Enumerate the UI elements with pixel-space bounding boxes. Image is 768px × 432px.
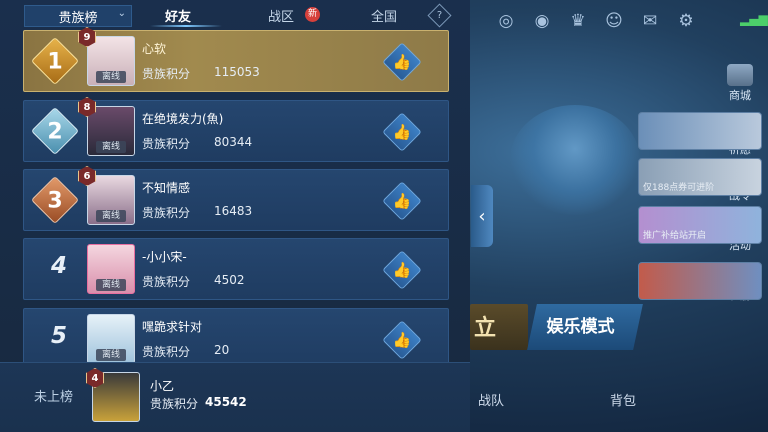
self-rank-bar: 未上榜 4 小乙 贵族积分 45542	[0, 362, 470, 432]
self-score-value: 45542	[205, 395, 247, 409]
leaderboard-row[interactable]: 2 离线 8 在绝境发力(魚) 贵族积分 80344 👍	[23, 97, 449, 162]
thumbs-up-icon: 👍	[392, 123, 412, 141]
tab-national[interactable]: 全国	[371, 6, 397, 25]
avatar[interactable]: 离线	[87, 244, 135, 294]
mail-icon[interactable]: ✉	[639, 10, 661, 32]
collapse-panel-button[interactable]: ‹	[471, 185, 493, 247]
promo-card-1[interactable]	[638, 112, 762, 150]
score-label: 贵族积分	[142, 206, 191, 220]
player-name: 嘿跪求针对	[142, 320, 203, 334]
promo-card-2[interactable]: 仅188点券可进阶	[638, 158, 762, 196]
avatar[interactable]: 离线	[87, 106, 135, 156]
score-label: 贵族积分	[150, 397, 199, 411]
score-value: 4502	[214, 273, 245, 287]
gear-icon[interactable]: ⚙	[675, 10, 697, 32]
avatar[interactable]: 离线	[87, 314, 135, 364]
status-badge: 离线	[96, 141, 126, 153]
rank-gold-badge: 1	[30, 36, 80, 86]
thumbs-up-icon: 👍	[392, 192, 412, 210]
tab-region[interactable]: 战区	[268, 6, 294, 25]
player-name: 不知情感	[142, 181, 191, 195]
dropdown-label: 贵族榜	[58, 10, 98, 26]
score-value: 115053	[214, 65, 260, 79]
leaderboard-tabs: 贵族榜 ⌄ 好友 战区 新 全国 ?	[0, 0, 470, 30]
thumbs-up-icon: 👍	[392, 261, 412, 279]
wifi-icon: ▂▄▆	[740, 12, 768, 26]
rank-number: 4	[50, 253, 67, 279]
help-icon: ?	[436, 10, 443, 21]
promo-card-3[interactable]: 推广补给站开启	[638, 206, 762, 244]
self-rank-status: 未上榜	[34, 390, 74, 405]
shop-icon	[727, 64, 753, 86]
target-icon[interactable]: ◎	[495, 10, 517, 32]
leaderboard-type-dropdown[interactable]: 贵族榜 ⌄	[24, 5, 132, 27]
self-name: 小乙	[150, 379, 175, 393]
trophy-icon[interactable]: ♛	[567, 10, 589, 32]
leaderboard-row[interactable]: 5 离线 嘿跪求针对 贵族积分 20 👍	[23, 308, 449, 370]
shop-button[interactable]: 商城	[718, 64, 762, 103]
promo-card-4[interactable]	[638, 262, 762, 300]
casual-mode-tile[interactable]: 娱乐模式	[527, 304, 643, 350]
player-name: -小小宋-	[142, 250, 187, 264]
active-tab-indicator	[150, 25, 222, 27]
chevron-left-icon: ‹	[478, 205, 486, 227]
rank-bronze-badge: 3	[30, 175, 80, 225]
score-value: 16483	[214, 204, 253, 218]
like-button[interactable]: 👍	[382, 250, 422, 290]
status-badge: 离线	[96, 210, 126, 222]
tab-friends[interactable]: 好友	[165, 6, 191, 25]
status-badge: 离线	[96, 71, 126, 83]
thumbs-up-icon: 👍	[392, 53, 412, 71]
leaderboard-row[interactable]: 4 离线 -小小宋- 贵族积分 4502 👍	[23, 238, 449, 300]
leaderboard-row[interactable]: 3 离线 6 不知情感 贵族积分 16483 👍	[23, 166, 449, 231]
ranked-mode-tile[interactable]: 立	[470, 304, 528, 350]
new-badge: 新	[305, 7, 320, 22]
top-icon-bar: ◎ ◉ ♛ ☺ ✉ ⚙	[495, 10, 697, 32]
rank-number: 5	[50, 323, 67, 349]
like-button[interactable]: 👍	[382, 42, 422, 82]
like-button[interactable]: 👍	[382, 112, 422, 152]
score-value: 20	[214, 343, 230, 357]
like-button[interactable]: 👍	[382, 181, 422, 221]
chevron-down-icon: ⌄	[117, 8, 126, 19]
help-button[interactable]: ?	[427, 3, 452, 28]
status-badge: 离线	[96, 279, 126, 291]
friends-icon[interactable]: ☺	[603, 10, 625, 32]
avatar[interactable]: 离线	[87, 175, 135, 225]
rank-silver-badge: 2	[30, 106, 80, 156]
score-label: 贵族积分	[142, 67, 191, 81]
leaderboard-row[interactable]: 1 离线 9 心软 贵族积分 115053 👍	[23, 27, 449, 92]
thumbs-up-icon: 👍	[392, 331, 412, 349]
background-whale-art	[510, 105, 640, 215]
player-name: 心软	[142, 42, 167, 56]
eye-icon[interactable]: ◉	[531, 10, 553, 32]
like-button[interactable]: 👍	[382, 320, 422, 360]
team-button[interactable]: 战队	[478, 390, 504, 409]
leaderboard-panel: 贵族榜 ⌄ 好友 战区 新 全国 ? 1 离线 9 心软 贵族积分 115053…	[0, 0, 470, 432]
avatar[interactable]: 离线	[87, 36, 135, 86]
score-label: 贵族积分	[142, 345, 191, 359]
backpack-button[interactable]: 背包	[610, 390, 636, 409]
game-mode-selector[interactable]: 立 娱乐模式	[470, 300, 643, 352]
player-name: 在绝境发力(魚)	[142, 112, 224, 126]
score-value: 80344	[214, 135, 253, 149]
score-label: 贵族积分	[142, 137, 191, 151]
score-label: 贵族积分	[142, 275, 191, 289]
status-badge: 离线	[96, 349, 126, 361]
